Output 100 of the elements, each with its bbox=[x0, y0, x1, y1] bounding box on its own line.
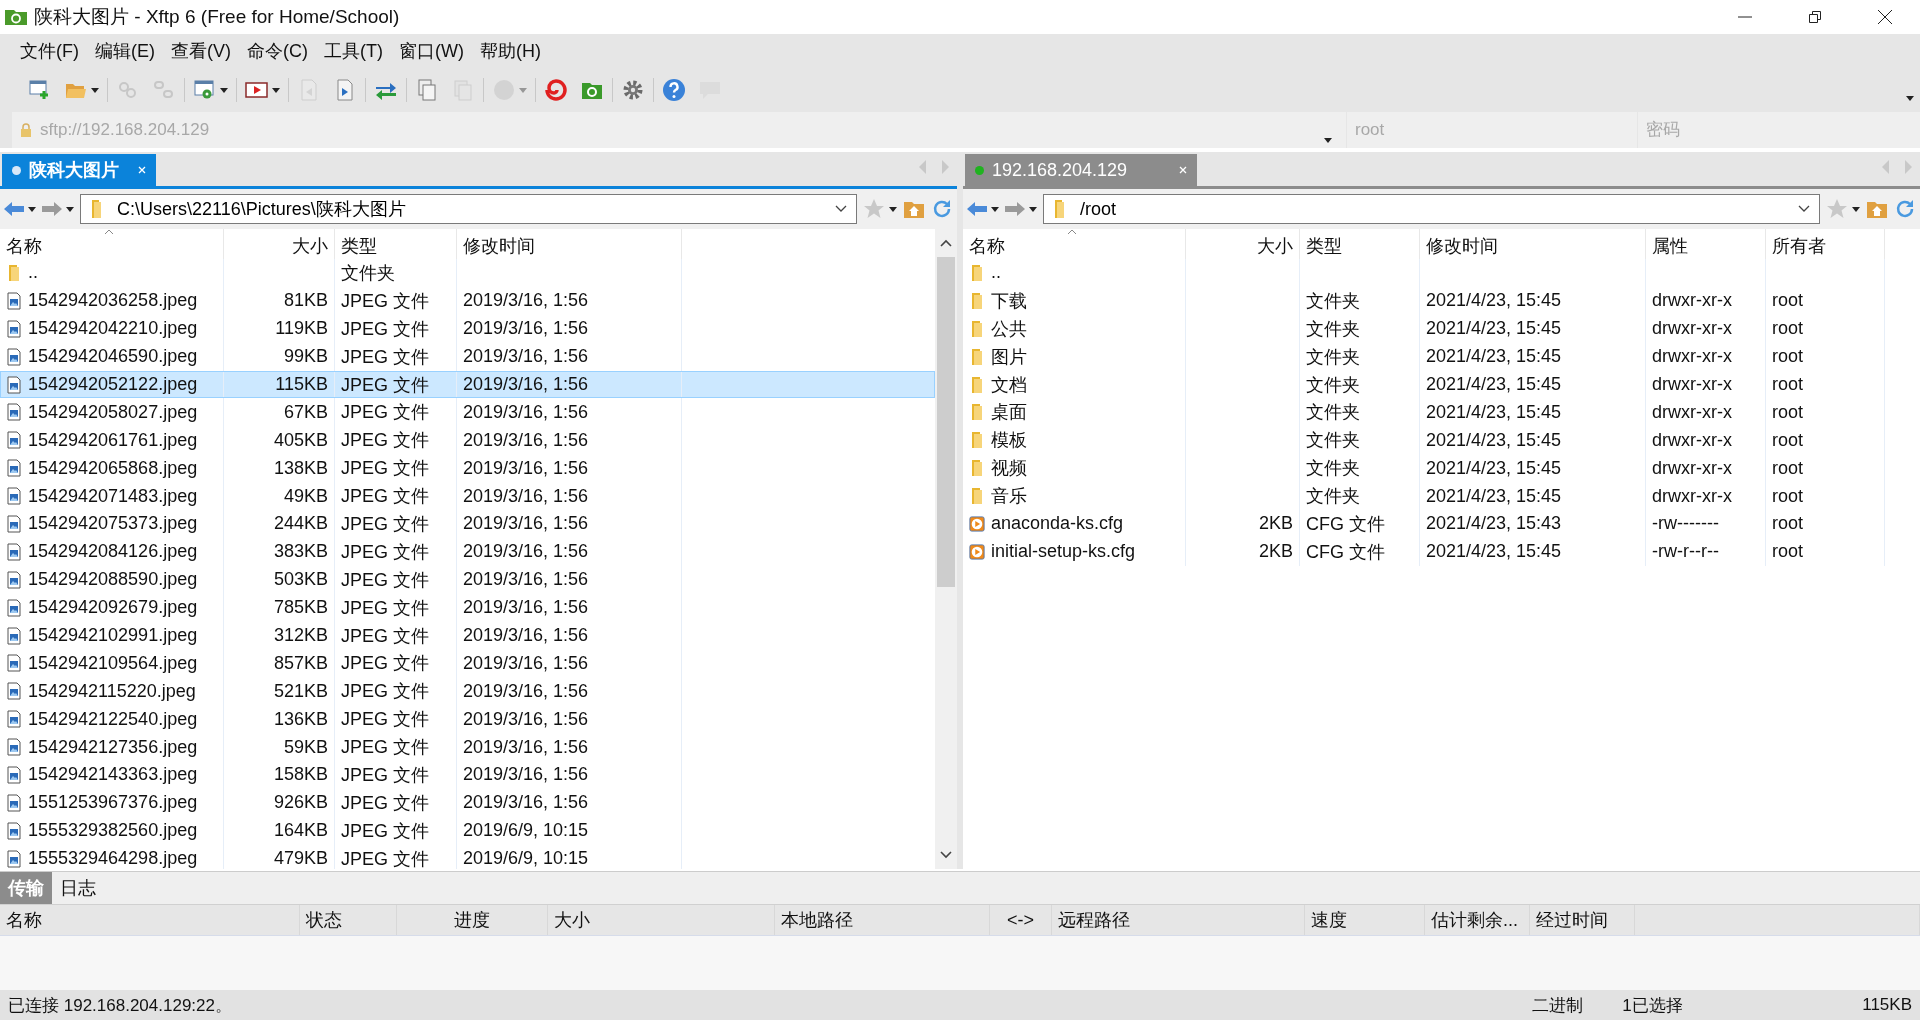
file-row[interactable]: 1542942115220.jpeg 521KB JPEG 文件 2019/3/16, 1:56 bbox=[0, 677, 935, 706]
file-type: JPEG 文件 bbox=[341, 289, 429, 313]
file-row[interactable]: 视频 文件夹 2021/4/23, 15:45 drwxr-xr-x root bbox=[963, 454, 1920, 483]
file-row[interactable]: 1542942052122.jpeg 115KB JPEG 文件 2019/3/16, 1:56 bbox=[0, 370, 935, 399]
session-tab[interactable]: 陕科大图片 bbox=[2, 154, 156, 186]
column-header[interactable]: 估计剩余... bbox=[1425, 905, 1530, 935]
file-row[interactable]: .. bbox=[963, 259, 1920, 287]
file-row[interactable]: 音乐 文件夹 2021/4/23, 15:45 drwxr-xr-x root bbox=[963, 482, 1920, 510]
menu-item[interactable]: 编辑(E) bbox=[87, 39, 163, 63]
restore-icon[interactable] bbox=[1807, 9, 1823, 25]
file-row[interactable]: 1542942122540.jpeg 136KB JPEG 文件 2019/3/16, 1:56 bbox=[0, 705, 935, 734]
scroll-right-icon[interactable] bbox=[941, 160, 949, 174]
menu-item[interactable]: 帮助(H) bbox=[471, 39, 549, 63]
file-row[interactable]: 1542942109564.jpeg 857KB JPEG 文件 2019/3/16, 1:56 bbox=[0, 649, 935, 678]
file-row[interactable]: 1542942065868.jpeg 138KB JPEG 文件 2019/3/16, 1:56 bbox=[0, 454, 935, 483]
username-field[interactable]: root bbox=[1347, 112, 1637, 148]
scroll-up-icon[interactable] bbox=[940, 239, 952, 247]
file-row[interactable]: 1542942084126.jpeg 383KB JPEG 文件 2019/3/16, 1:56 bbox=[0, 537, 935, 566]
settings-icon bbox=[621, 78, 645, 102]
menu-item[interactable]: 工具(T) bbox=[316, 39, 391, 63]
column-header[interactable]: 大小 bbox=[1186, 229, 1300, 259]
menu-item[interactable]: 命令(C) bbox=[239, 39, 316, 63]
back-arrow-icon[interactable] bbox=[967, 201, 987, 217]
scroll-right-icon[interactable] bbox=[1904, 160, 1912, 174]
file-size: 49KB bbox=[283, 485, 328, 507]
file-row[interactable]: 1542942088590.jpeg 503KB JPEG 文件 2019/3/16, 1:56 bbox=[0, 565, 935, 594]
file-type: JPEG 文件 bbox=[341, 345, 429, 369]
chevron-down-icon[interactable] bbox=[1798, 205, 1810, 213]
back-arrow-icon[interactable] bbox=[4, 201, 24, 217]
column-header[interactable]: 速度 bbox=[1305, 905, 1425, 935]
column-header[interactable]: 大小 bbox=[224, 229, 335, 259]
file-row[interactable]: 模板 文件夹 2021/4/23, 15:45 drwxr-xr-x root bbox=[963, 426, 1920, 455]
file-row[interactable]: 公共 文件夹 2021/4/23, 15:45 drwxr-xr-x root bbox=[963, 314, 1920, 343]
file-type: JPEG 文件 bbox=[341, 708, 429, 732]
column-header[interactable]: 远程路径 bbox=[1052, 905, 1305, 935]
scrollbar-thumb[interactable] bbox=[937, 257, 955, 587]
column-header[interactable]: 属性 bbox=[1646, 229, 1766, 259]
file-row[interactable]: 1542942042210.jpeg 119KB JPEG 文件 2019/3/16, 1:56 bbox=[0, 314, 935, 343]
file-row[interactable]: 1542942102991.jpeg 312KB JPEG 文件 2019/3/16, 1:56 bbox=[0, 621, 935, 650]
column-header[interactable]: 名称 bbox=[963, 229, 1186, 259]
column-header[interactable]: 类型 bbox=[335, 229, 457, 259]
menu-item[interactable]: 查看(V) bbox=[163, 39, 239, 63]
star-icon[interactable] bbox=[1826, 198, 1848, 220]
file-row[interactable]: 1542942061761.jpeg 405KB JPEG 文件 2019/3/16, 1:56 bbox=[0, 426, 935, 455]
file-row[interactable]: 图片 文件夹 2021/4/23, 15:45 drwxr-xr-x root bbox=[963, 342, 1920, 371]
file-row[interactable]: 1542942075373.jpeg 244KB JPEG 文件 2019/3/16, 1:56 bbox=[0, 510, 935, 538]
file-row[interactable]: 1542942143363.jpeg 158KB JPEG 文件 2019/3/16, 1:56 bbox=[0, 761, 935, 789]
file-row[interactable]: 1542942058027.jpeg 67KB JPEG 文件 2019/3/16, 1:56 bbox=[0, 398, 935, 427]
file-row[interactable]: 1542942092679.jpeg 785KB JPEG 文件 2019/3/16, 1:56 bbox=[0, 593, 935, 622]
file-row[interactable]: 1551253967376.jpeg 926KB JPEG 文件 2019/3/16, 1:56 bbox=[0, 788, 935, 817]
file-permissions: -rw------- bbox=[1652, 513, 1719, 535]
column-header[interactable]: 修改时间 bbox=[457, 229, 682, 259]
column-header[interactable]: 名称 bbox=[0, 905, 300, 935]
file-row[interactable]: 桌面 文件夹 2021/4/23, 15:45 drwxr-xr-x root bbox=[963, 398, 1920, 427]
close-tab-icon[interactable] bbox=[1179, 166, 1187, 174]
file-row[interactable]: 1542942071483.jpeg 49KB JPEG 文件 2019/3/16, 1:56 bbox=[0, 482, 935, 510]
forward-arrow-icon[interactable] bbox=[1005, 201, 1025, 217]
column-header[interactable]: <-> bbox=[990, 905, 1052, 935]
file-name: 桌面 bbox=[991, 401, 1027, 425]
file-row[interactable]: 1542942127356.jpeg 59KB JPEG 文件 2019/3/16, 1:56 bbox=[0, 733, 935, 762]
column-header[interactable]: 进度 bbox=[397, 905, 548, 935]
column-header[interactable]: 类型 bbox=[1300, 229, 1420, 259]
file-row[interactable]: initial-setup-ks.cfg 2KB CFG 文件 2021/4/23, 15:45 -rw-r--r-- root bbox=[963, 537, 1920, 566]
modified-time: 2019/3/16, 1:56 bbox=[463, 401, 589, 423]
path-field[interactable]: C:\Users\22116\Pictures\陕科大图片 bbox=[80, 194, 857, 224]
column-header[interactable]: 经过时间 bbox=[1530, 905, 1635, 935]
menu-item[interactable]: 窗口(W) bbox=[390, 39, 472, 63]
star-icon[interactable] bbox=[863, 198, 885, 220]
file-name: 模板 bbox=[991, 429, 1027, 453]
column-header[interactable]: 修改时间 bbox=[1420, 229, 1646, 259]
close-tab-icon[interactable] bbox=[138, 166, 146, 174]
file-row[interactable]: 下载 文件夹 2021/4/23, 15:45 drwxr-xr-x root bbox=[963, 286, 1920, 315]
column-header[interactable]: 名称 bbox=[0, 229, 224, 259]
scroll-left-icon[interactable] bbox=[919, 160, 927, 174]
forward-arrow-icon[interactable] bbox=[42, 201, 62, 217]
file-row[interactable]: 1542942046590.jpeg 99KB JPEG 文件 2019/3/16, 1:56 bbox=[0, 342, 935, 371]
scroll-left-icon[interactable] bbox=[1882, 160, 1890, 174]
bottom-tab[interactable]: 日志 bbox=[52, 872, 104, 904]
path-field[interactable]: /root bbox=[1043, 194, 1820, 224]
file-row[interactable]: 文档 文件夹 2021/4/23, 15:45 drwxr-xr-x root bbox=[963, 370, 1920, 399]
password-field[interactable]: 密码 bbox=[1638, 112, 1920, 148]
column-header[interactable]: 所有者 bbox=[1766, 229, 1885, 259]
column-header[interactable]: 状态 bbox=[300, 905, 397, 935]
menu-item[interactable]: 文件(F) bbox=[12, 39, 87, 63]
folder-icon bbox=[1053, 199, 1067, 219]
refresh-icon[interactable] bbox=[931, 198, 953, 220]
host-address-field[interactable]: sftp://192.168.204.129 bbox=[12, 112, 1346, 148]
close-icon[interactable] bbox=[1877, 9, 1893, 25]
file-row[interactable]: 1542942036258.jpeg 81KB JPEG 文件 2019/3/16, 1:56 bbox=[0, 286, 935, 315]
refresh-icon[interactable] bbox=[1894, 198, 1916, 220]
image-file-icon bbox=[6, 487, 22, 506]
column-header[interactable]: 本地路径 bbox=[775, 905, 990, 935]
scroll-down-icon[interactable] bbox=[940, 851, 952, 859]
file-owner: root bbox=[1772, 346, 1804, 368]
file-row[interactable]: anaconda-ks.cfg 2KB CFG 文件 2021/4/23, 15:43 -rw------- root bbox=[963, 510, 1920, 538]
file-row[interactable]: .. 文件夹 bbox=[0, 259, 935, 287]
column-header[interactable]: 大小 bbox=[548, 905, 775, 935]
file-row[interactable]: 1555329382560.jpeg 164KB JPEG 文件 2019/6/9, 10:15 bbox=[0, 816, 935, 845]
sort-caret-icon bbox=[104, 229, 114, 235]
chevron-down-icon[interactable] bbox=[835, 205, 847, 213]
